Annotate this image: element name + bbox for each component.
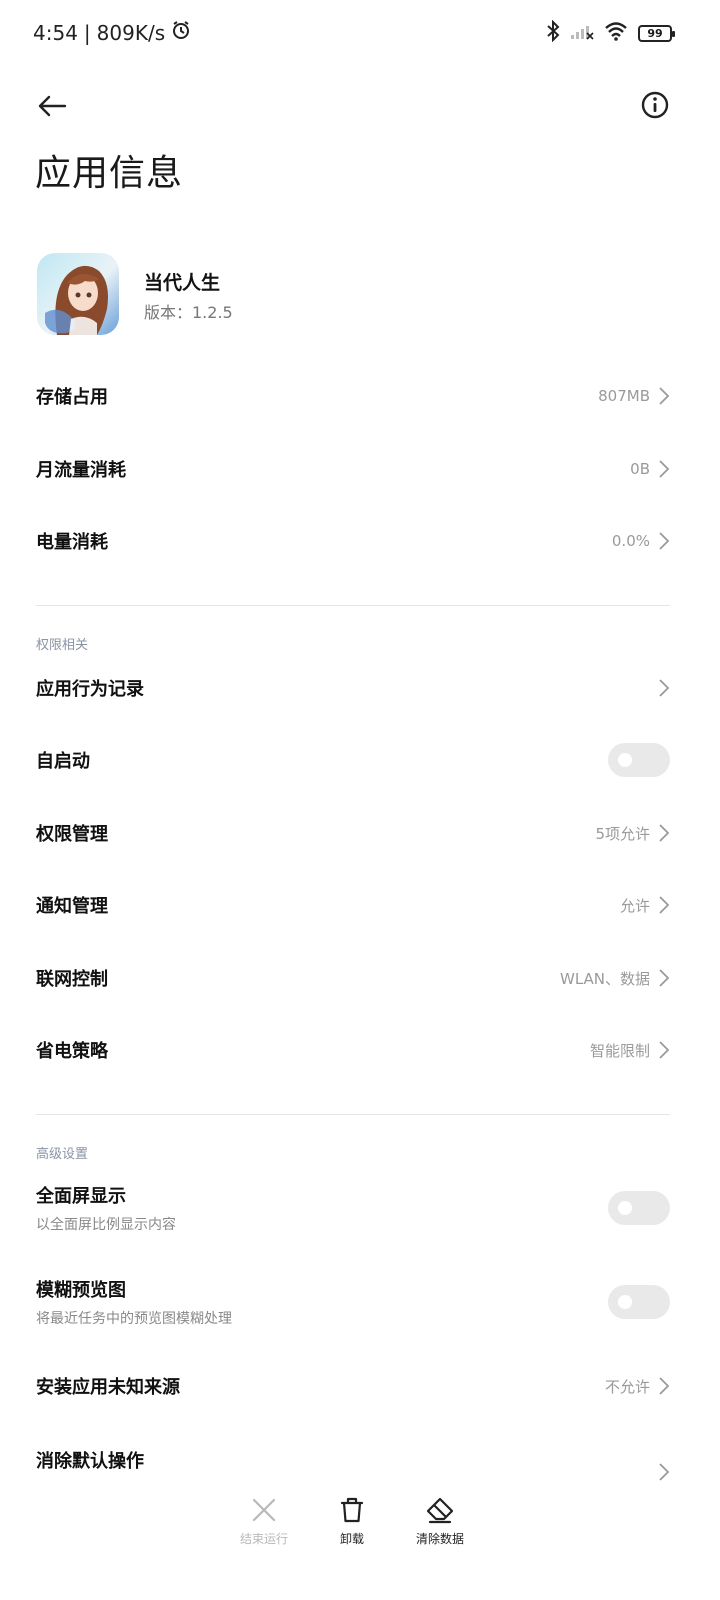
status-right: 99 bbox=[546, 19, 675, 46]
status-separator: | bbox=[83, 20, 91, 45]
notification-manager-label: 通知管理 bbox=[36, 896, 108, 917]
battery-icon: 99 bbox=[638, 24, 675, 42]
wifi-icon bbox=[604, 21, 628, 45]
chevron-right-icon bbox=[659, 460, 670, 478]
notification-manager-row[interactable]: 通知管理 允许 bbox=[36, 875, 670, 935]
chevron-right-icon bbox=[659, 679, 670, 697]
blur-preview-toggle[interactable] bbox=[608, 1285, 670, 1319]
chevron-right-icon bbox=[659, 532, 670, 550]
network-control-label: 联网控制 bbox=[36, 969, 108, 990]
page-title: 应用信息 bbox=[35, 153, 184, 194]
chevron-right-icon bbox=[659, 387, 670, 405]
uninstall-label: 卸载 bbox=[339, 1532, 364, 1546]
storage-label: 存储占用 bbox=[36, 387, 108, 408]
permission-manager-label: 权限管理 bbox=[36, 824, 108, 845]
app-header: 当代人生 版本：1.2.5 bbox=[37, 253, 677, 339]
network-control-row[interactable]: 联网控制 WLAN、数据 bbox=[36, 948, 670, 1008]
eraser-icon bbox=[426, 1497, 454, 1524]
autostart-toggle[interactable] bbox=[608, 743, 670, 777]
info-button[interactable] bbox=[640, 90, 670, 120]
notification-manager-value: 允许 bbox=[619, 896, 650, 915]
blur-preview-label: 模糊预览图 bbox=[36, 1280, 126, 1301]
chevron-right-icon bbox=[659, 1041, 670, 1059]
battery-saver-row[interactable]: 省电策略 智能限制 bbox=[36, 1020, 670, 1080]
arrow-left-icon bbox=[38, 95, 67, 117]
close-icon bbox=[252, 1498, 276, 1522]
permission-manager-row[interactable]: 权限管理 5项允许 bbox=[36, 803, 670, 863]
status-bar: 4:54 | 809K/s 99 bbox=[0, 0, 720, 70]
chevron-right-icon bbox=[659, 1377, 670, 1395]
clear-defaults-row[interactable]: 消除默认操作 bbox=[36, 1430, 670, 1490]
unknown-sources-label: 安装应用未知来源 bbox=[36, 1377, 180, 1398]
force-stop-button[interactable]: 结束运行 bbox=[224, 1496, 304, 1547]
app-version: 版本：1.2.5 bbox=[144, 303, 233, 322]
fullscreen-sub: 以全面屏比例显示内容 bbox=[36, 1217, 176, 1233]
back-button[interactable] bbox=[34, 88, 70, 124]
section-header-advanced: 高级设置 bbox=[36, 1147, 89, 1162]
blur-preview-sub: 将最近任务中的预览图模糊处理 bbox=[36, 1311, 232, 1327]
toggle-knob bbox=[618, 1295, 632, 1309]
divider bbox=[36, 605, 670, 606]
autostart-label: 自启动 bbox=[36, 751, 90, 772]
force-stop-label: 结束运行 bbox=[239, 1532, 288, 1546]
fullscreen-label: 全面屏显示 bbox=[36, 1186, 126, 1207]
behavior-log-label: 应用行为记录 bbox=[36, 679, 144, 700]
signal-icon bbox=[570, 22, 594, 44]
toggle-knob bbox=[618, 1201, 632, 1215]
behavior-log-row[interactable]: 应用行为记录 bbox=[36, 658, 670, 718]
permission-manager-value: 5项允许 bbox=[595, 824, 650, 843]
status-time: 4:54 bbox=[33, 20, 78, 45]
fullscreen-row: 全面屏显示 以全面屏比例显示内容 bbox=[36, 1173, 670, 1243]
battery-saver-value: 智能限制 bbox=[589, 1041, 650, 1060]
app-icon bbox=[37, 253, 119, 335]
chevron-right-icon bbox=[659, 969, 670, 987]
battery-usage-row[interactable]: 电量消耗 0.0% bbox=[36, 511, 670, 571]
status-net-speed: 809K/s bbox=[96, 20, 166, 45]
bluetooth-icon bbox=[546, 19, 560, 46]
storage-row[interactable]: 存储占用 807MB bbox=[36, 366, 670, 426]
data-usage-value: 0B bbox=[630, 460, 650, 478]
data-usage-label: 月流量消耗 bbox=[36, 460, 126, 481]
battery-usage-label: 电量消耗 bbox=[36, 532, 108, 553]
blur-preview-row: 模糊预览图 将最近任务中的预览图模糊处理 bbox=[36, 1267, 670, 1337]
clear-data-label: 清除数据 bbox=[415, 1532, 464, 1546]
alarm-icon bbox=[171, 20, 191, 45]
chevron-right-icon bbox=[659, 824, 670, 842]
bottom-action-bar: 结束运行 卸载 清除数据 bbox=[0, 1488, 720, 1600]
battery-usage-value: 0.0% bbox=[611, 532, 650, 550]
unknown-sources-row[interactable]: 安装应用未知来源 不允许 bbox=[36, 1356, 670, 1416]
clear-defaults-label: 消除默认操作 bbox=[36, 1451, 144, 1472]
chevron-right-icon bbox=[659, 1463, 670, 1481]
network-control-value: WLAN、数据 bbox=[559, 969, 650, 988]
toggle-knob bbox=[618, 753, 632, 767]
fullscreen-toggle[interactable] bbox=[608, 1191, 670, 1225]
uninstall-button[interactable]: 卸载 bbox=[312, 1496, 392, 1547]
battery-saver-label: 省电策略 bbox=[36, 1041, 108, 1062]
chevron-right-icon bbox=[659, 896, 670, 914]
info-icon bbox=[641, 91, 669, 119]
section-header-permissions: 权限相关 bbox=[36, 638, 89, 653]
app-name: 当代人生 bbox=[144, 272, 221, 294]
clear-data-button[interactable]: 清除数据 bbox=[400, 1496, 480, 1547]
unknown-sources-value: 不允许 bbox=[604, 1377, 650, 1396]
autostart-row: 自启动 bbox=[36, 730, 670, 790]
divider bbox=[36, 1114, 670, 1115]
data-usage-row[interactable]: 月流量消耗 0B bbox=[36, 439, 670, 499]
status-left: 4:54 | 809K/s bbox=[33, 20, 191, 45]
storage-value: 807MB bbox=[598, 387, 650, 405]
trash-icon bbox=[340, 1497, 364, 1523]
